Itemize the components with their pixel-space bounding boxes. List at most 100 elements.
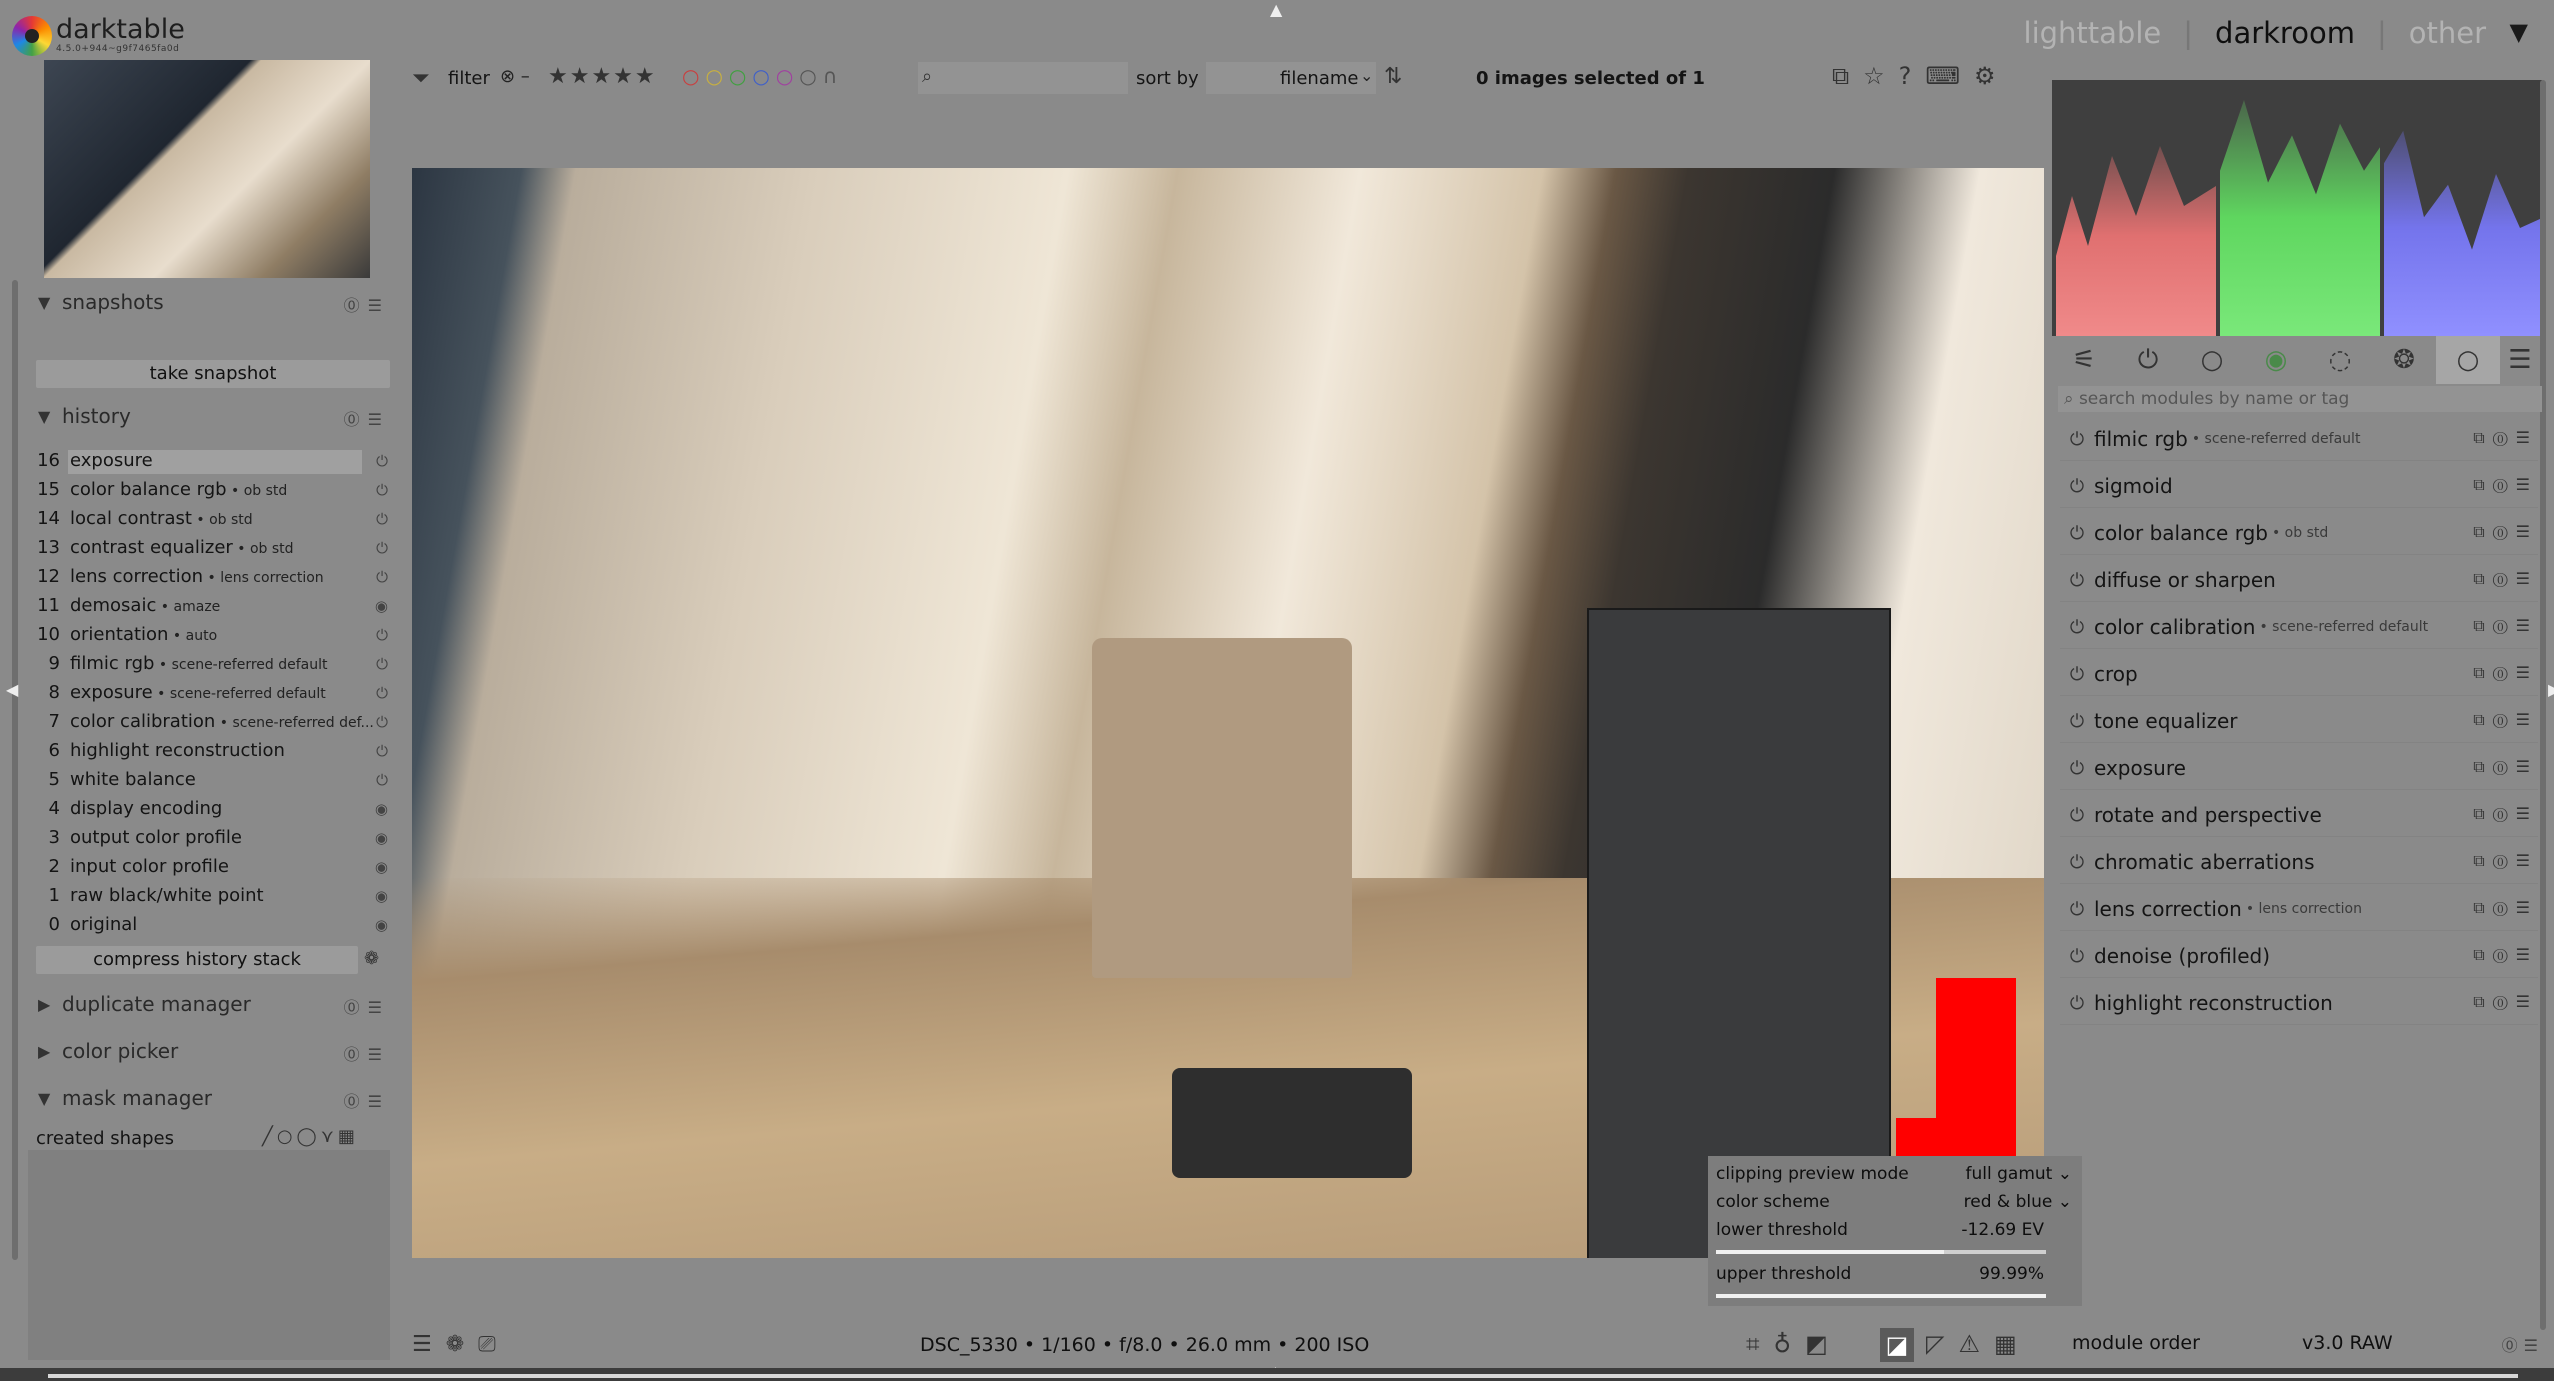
module-action-icons[interactable]: ⧉⓪☰ [2473,710,2538,730]
right-panel-scrollbar[interactable] [2540,80,2546,1330]
history-item[interactable]: 14 local contrast • ob std ⏻ [36,505,394,533]
clipping-indicator-icon[interactable]: ◪ [1880,1328,1914,1362]
history-item[interactable]: 13 contrast equalizer • ob std ⏻ [36,534,394,562]
module-power-icon[interactable]: ⏻ [2060,429,2094,450]
toolbar-icons[interactable]: ⧉☆?⌨⚙ [1832,62,2010,90]
view-other[interactable]: other [2409,16,2486,50]
module-item[interactable]: ⏻ filmic rgb • scene-referred default ⧉⓪☰ [2060,418,2538,461]
history-item[interactable]: 15 color balance rgb • ob std ⏻ [36,476,394,504]
history-item[interactable]: 10 orientation • auto ⏻ [36,621,394,649]
module-power-icon[interactable]: ⏻ [2060,476,2094,497]
module-power-icon[interactable]: ⏻ [2060,899,2094,920]
clipping-mode-row[interactable]: clipping preview mode full gamut ⌄ [1716,1160,2072,1188]
sort-order-icon[interactable]: ⇅ [1384,64,1402,89]
filter-funnel-icon[interactable]: ⏷ [412,66,430,91]
active-pipe-tab-icon[interactable]: ○ [2436,336,2500,384]
module-power-icon[interactable]: ⏻ [2060,664,2094,685]
duplicate-manager-header[interactable]: ▶ duplicate manager ⓪☰ [38,986,394,1022]
history-item[interactable]: 8 exposure • scene-referred default ⏻ [36,679,394,707]
history-item[interactable]: 9 filmic rgb • scene-referred default ⏻ [36,650,394,678]
module-power-icon[interactable]: ⏻ [2060,523,2094,544]
upper-threshold-slider[interactable] [1716,1294,2046,1298]
module-item[interactable]: ⏻ chromatic aberrations ⧉⓪☰ [2060,841,2538,884]
module-order-value[interactable]: v3.0 RAW [2302,1332,2393,1354]
history-item[interactable]: 7 color calibration • scene-referred def.… [36,708,394,736]
history-item[interactable]: 6 highlight reconstruction ⏻ [36,737,394,765]
module-action-icons[interactable]: ⧉⓪☰ [2473,522,2538,542]
correct-modules-tab-icon[interactable]: ◌ [2308,336,2372,384]
module-action-icons[interactable]: ⧉⓪☰ [2473,945,2538,965]
module-search-input[interactable]: ⌕ search modules by name or tag [2058,386,2542,412]
upper-threshold-row[interactable]: upper threshold 99.99% [1716,1260,2072,1288]
module-power-icon[interactable]: ⏻ [2060,993,2094,1014]
lower-threshold-slider[interactable] [1716,1250,2046,1254]
module-item[interactable]: ⏻ tone equalizer ⧉⓪☰ [2060,700,2538,743]
history-item[interactable]: 4 display encoding ◉ [36,795,394,823]
module-item[interactable]: ⏻ denoise (profiled) ⧉⓪☰ [2060,935,2538,978]
module-action-icons[interactable]: ⧉⓪☰ [2473,428,2538,448]
module-item[interactable]: ⏻ color balance rgb • ob std ⧉⓪☰ [2060,512,2538,555]
module-action-icons[interactable]: ⧉⓪☰ [2473,663,2538,683]
histogram[interactable] [2052,80,2542,336]
module-header-icons[interactable]: ⓪☰ [344,1041,390,1065]
left-panel-scrollbar[interactable] [12,280,18,1260]
module-power-icon[interactable]: ⏻ [2060,805,2094,826]
module-header-icons[interactable]: ⓪☰ [2502,1332,2544,1356]
views-menu-chevron-icon[interactable]: ▼ [2510,18,2528,46]
module-action-icons[interactable]: ⧉⓪☰ [2473,992,2538,1012]
collapse-right-panel-icon[interactable]: ▶ [2548,680,2554,699]
history-item[interactable]: 0 original ◉ [36,911,394,939]
image-preview[interactable] [412,168,2044,1258]
quick-access-tab-icon[interactable]: ⚟ [2052,336,2116,384]
shape-tools-icons[interactable]: ╱○◯⋎▦ [262,1126,359,1147]
mask-shapes-area[interactable] [28,1150,390,1360]
history-item[interactable]: 1 raw black/white point ◉ [36,882,394,910]
history-item[interactable]: 16 exposure ⏻ [36,447,394,475]
module-header-icons[interactable]: ⓪☰ [344,994,390,1018]
collapse-left-panel-icon[interactable]: ◀ [6,680,18,699]
module-power-icon[interactable]: ⏻ [2060,852,2094,873]
module-action-icons[interactable]: ⧉⓪☰ [2473,851,2538,871]
history-header[interactable]: ▼ history ⓪☰ [38,398,394,434]
color-modules-tab-icon[interactable]: ◉ [2244,336,2308,384]
take-snapshot-button[interactable]: take snapshot [36,360,390,388]
snapshots-header[interactable]: ▼ snapshots ⓪☰ [38,284,394,320]
text-search-input[interactable] [918,62,1128,94]
history-item[interactable]: 3 output color profile ◉ [36,824,394,852]
filmstrip-scroll-thumb[interactable] [48,1374,2518,1378]
module-item[interactable]: ⏻ sigmoid ⧉⓪☰ [2060,465,2538,508]
history-item[interactable]: 2 input color profile ◉ [36,853,394,881]
active-modules-tab-icon[interactable]: ⏻ [2116,336,2180,384]
color-label-filters[interactable]: ○○○○○○∩ [682,64,843,88]
module-item[interactable]: ⏻ exposure ⧉⓪☰ [2060,747,2538,790]
history-item[interactable]: 5 white balance ⏻ [36,766,394,794]
module-power-icon[interactable]: ⏻ [2060,711,2094,732]
compress-options-icon[interactable]: ❁ [364,948,379,969]
overlay-icons[interactable]: ◸⚠▦ [1926,1330,2031,1358]
view-lighttable[interactable]: lighttable [2024,16,2162,50]
lower-threshold-row[interactable]: lower threshold -12.69 EV [1716,1216,2072,1244]
module-action-icons[interactable]: ⧉⓪☰ [2473,898,2538,918]
base-modules-tab-icon[interactable]: ○ [2180,336,2244,384]
module-header-icons[interactable]: ⓪☰ [344,406,390,430]
view-darkroom[interactable]: darkroom [2215,16,2355,50]
module-action-icons[interactable]: ⧉⓪☰ [2473,475,2538,495]
history-item[interactable]: 11 demosaic • amaze ◉ [36,592,394,620]
quick-access-icons[interactable]: ☰❁⎚ [412,1332,510,1357]
module-action-icons[interactable]: ⧉⓪☰ [2473,757,2538,777]
module-item[interactable]: ⏻ lens correction • lens correction ⧉⓪☰ [2060,888,2538,931]
module-item[interactable]: ⏻ diffuse or sharpen ⧉⓪☰ [2060,559,2538,602]
reject-icon[interactable]: ⊗ – [500,66,530,87]
mask-manager-header[interactable]: ▼ mask manager ⓪☰ [38,1080,394,1116]
history-item[interactable]: 12 lens correction • lens correction ⏻ [36,563,394,591]
navigation-thumbnail[interactable] [44,60,370,278]
module-item[interactable]: ⏻ highlight reconstruction ⧉⓪☰ [2060,982,2538,1025]
color-scheme-row[interactable]: color scheme red & blue ⌄ [1716,1188,2072,1216]
module-action-icons[interactable]: ⧉⓪☰ [2473,616,2538,636]
module-action-icons[interactable]: ⧉⓪☰ [2473,569,2538,589]
module-power-icon[interactable]: ⏻ [2060,758,2094,779]
compress-history-button[interactable]: compress history stack [36,946,358,974]
color-picker-header[interactable]: ▶ color picker ⓪☰ [38,1033,394,1069]
module-header-icons[interactable]: ⓪☰ [344,1088,390,1112]
effect-modules-tab-icon[interactable]: ❂ [2372,336,2436,384]
